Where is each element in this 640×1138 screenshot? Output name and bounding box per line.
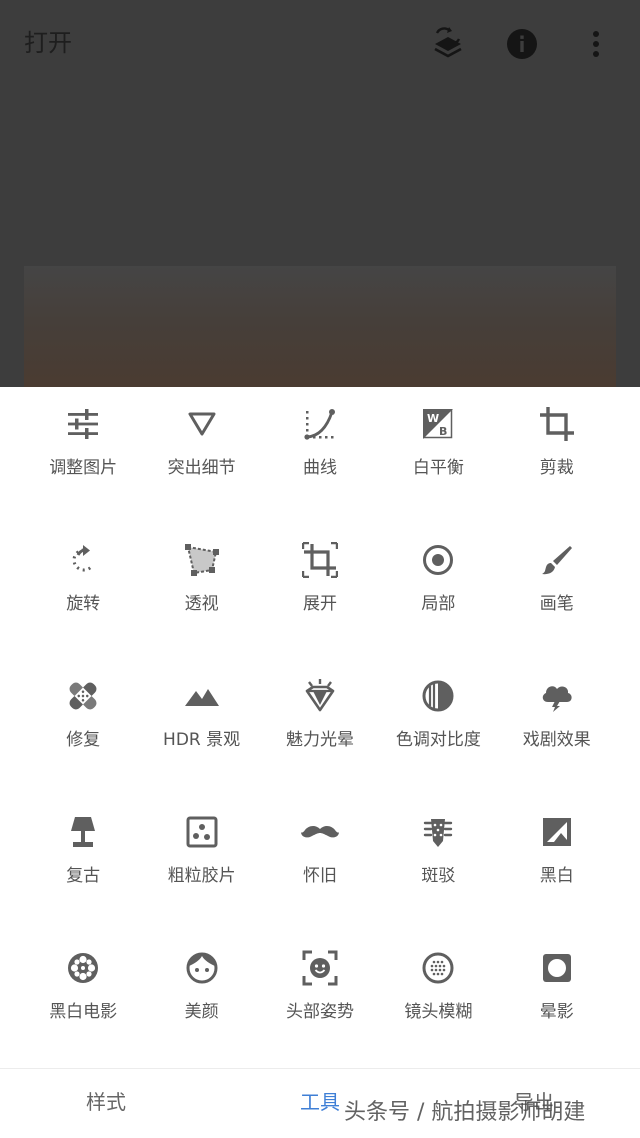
tool-retrolux[interactable]: 怀旧 — [261, 795, 379, 931]
tab-styles[interactable]: 样式 — [46, 1089, 166, 1115]
tool-label: 美颜 — [184, 1002, 219, 1022]
details-triangle-icon — [183, 405, 221, 443]
tool-expand[interactable]: 展开 — [261, 523, 379, 659]
rotate-icon — [64, 541, 102, 579]
tool-label: 戏剧效果 — [522, 730, 591, 750]
tool-label: 白平衡 — [412, 458, 464, 478]
tool-label: 突出细节 — [167, 458, 236, 478]
tool-noir[interactable]: 黑白电影 — [24, 931, 142, 1067]
tool-label: 剪裁 — [539, 458, 574, 478]
photo-preview — [24, 266, 616, 387]
tool-hdr[interactable]: HDR 景观 — [142, 659, 260, 795]
tool-label: 画笔 — [539, 594, 574, 614]
tool-curves[interactable]: 曲线 — [261, 387, 379, 523]
tool-lens-blur[interactable]: 镜头模糊 — [379, 931, 497, 1067]
head-pose-icon — [301, 949, 339, 987]
tool-face[interactable]: 美颜 — [142, 931, 260, 1067]
brush-icon — [538, 541, 576, 579]
tool-label: 黑白 — [539, 866, 574, 886]
svg-text:W: W — [427, 412, 439, 425]
tool-label: 色调对比度 — [395, 730, 481, 750]
tool-healing[interactable]: 修复 — [24, 659, 142, 795]
tool-selective[interactable]: 局部 — [379, 523, 497, 659]
noir-film-reel-icon — [64, 949, 102, 987]
tool-drama[interactable]: 戏剧效果 — [498, 659, 616, 795]
more-vert-icon[interactable] — [576, 24, 616, 64]
tool-label: HDR 景观 — [163, 730, 241, 750]
tonal-contrast-icon — [419, 677, 457, 715]
tool-label: 斑驳 — [421, 866, 456, 886]
tool-label: 怀旧 — [302, 866, 337, 886]
crop-icon — [538, 405, 576, 443]
tool-label: 修复 — [66, 730, 101, 750]
tool-grunge[interactable]: 斑驳 — [379, 795, 497, 931]
grunge-guitar-icon — [419, 813, 457, 851]
drama-icon — [538, 677, 576, 715]
tool-details[interactable]: 突出细节 — [142, 387, 260, 523]
vignette-icon — [538, 949, 576, 987]
tool-glamour-glow[interactable]: 魅力光晕 — [261, 659, 379, 795]
tool-label: 粗粒胶片 — [167, 866, 236, 886]
curves-icon — [301, 405, 339, 443]
info-icon[interactable] — [502, 24, 542, 64]
white-balance-icon: W B — [419, 405, 457, 443]
tool-label: 调整图片 — [49, 458, 118, 478]
face-icon — [183, 949, 221, 987]
tool-head-pose[interactable]: 头部姿势 — [261, 931, 379, 1067]
retrolux-mustache-icon — [300, 813, 339, 851]
tool-label: 镜头模糊 — [404, 1002, 473, 1022]
tools-grid: 调整图片 突出细节 曲线 W B 白平衡 剪裁 旋转 透视 展开 局部 画笔 修… — [24, 387, 616, 1067]
layers-refresh-icon[interactable] — [428, 24, 468, 64]
expand-icon — [301, 541, 339, 579]
app-bar: 打开 — [0, 0, 640, 88]
tool-label: 黑白电影 — [49, 1002, 118, 1022]
tools-sheet: 调整图片 突出细节 曲线 W B 白平衡 剪裁 旋转 透视 展开 局部 画笔 修… — [0, 387, 640, 1068]
tool-tonal-contrast[interactable]: 色调对比度 — [379, 659, 497, 795]
svg-text:B: B — [439, 425, 447, 438]
glamour-glow-icon — [301, 677, 339, 715]
tool-label: 晕影 — [539, 1002, 574, 1022]
tool-vignette[interactable]: 晕影 — [498, 931, 616, 1067]
grainy-film-icon — [183, 813, 221, 851]
tool-rotate[interactable]: 旋转 — [24, 523, 142, 659]
tool-crop[interactable]: 剪裁 — [498, 387, 616, 523]
tool-black-white[interactable]: 黑白 — [498, 795, 616, 931]
tool-brush[interactable]: 画笔 — [498, 523, 616, 659]
tool-vintage[interactable]: 复古 — [24, 795, 142, 931]
selective-icon — [419, 541, 457, 579]
lens-blur-icon — [419, 949, 457, 987]
tool-label: 曲线 — [302, 458, 337, 478]
tool-perspective[interactable]: 透视 — [142, 523, 260, 659]
tool-label: 魅力光晕 — [285, 730, 354, 750]
hdr-mountain-icon — [183, 677, 221, 715]
healing-icon — [64, 677, 102, 715]
image-preview-area: 打开 — [0, 0, 640, 387]
open-button[interactable]: 打开 — [24, 28, 72, 58]
perspective-icon — [183, 541, 221, 579]
tune-icon — [64, 405, 102, 443]
tool-label: 旋转 — [66, 594, 101, 614]
watermark-text: 头条号 / 航拍摄影师胡建 — [344, 1100, 586, 1125]
tool-label: 局部 — [421, 594, 456, 614]
vintage-lamp-icon — [64, 813, 102, 851]
tool-label: 头部姿势 — [285, 1002, 354, 1022]
black-white-icon — [538, 813, 576, 851]
tool-label: 透视 — [184, 594, 219, 614]
tool-grainy-film[interactable]: 粗粒胶片 — [142, 795, 260, 931]
tool-tune-image[interactable]: 调整图片 — [24, 387, 142, 523]
tool-label: 展开 — [302, 594, 337, 614]
tool-white-balance[interactable]: W B 白平衡 — [379, 387, 497, 523]
tool-label: 复古 — [66, 866, 101, 886]
